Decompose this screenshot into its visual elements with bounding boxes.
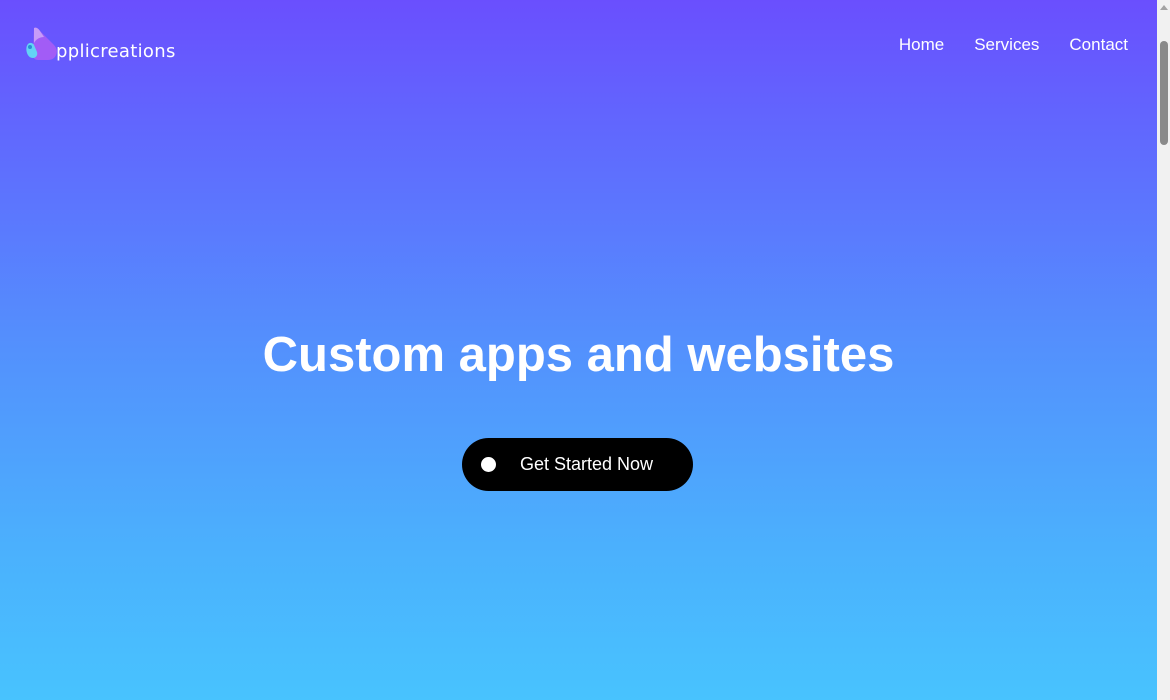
vertical-scrollbar[interactable] [1157, 0, 1170, 700]
get-started-label: Get Started Now [520, 454, 654, 474]
nav-link-home[interactable]: Home [899, 35, 944, 55]
logo-text: pplicreations [56, 40, 176, 62]
nav-link-contact[interactable]: Contact [1069, 35, 1128, 55]
scroll-up-arrow-icon[interactable] [1160, 5, 1168, 10]
hero-headline: Custom apps and websites [262, 328, 895, 382]
page: pplicreations Home Services Contact Cust… [0, 0, 1170, 700]
dot-icon [481, 457, 496, 472]
logo[interactable]: pplicreations [26, 25, 176, 65]
hero-section: pplicreations Home Services Contact Cust… [0, 0, 1157, 700]
applicreations-logo-icon [26, 27, 58, 63]
scrollbar-thumb[interactable] [1160, 41, 1168, 145]
get-started-button[interactable]: Get Started Now [462, 438, 693, 491]
main-nav: Home Services Contact [899, 35, 1128, 55]
nav-link-services[interactable]: Services [974, 35, 1039, 55]
